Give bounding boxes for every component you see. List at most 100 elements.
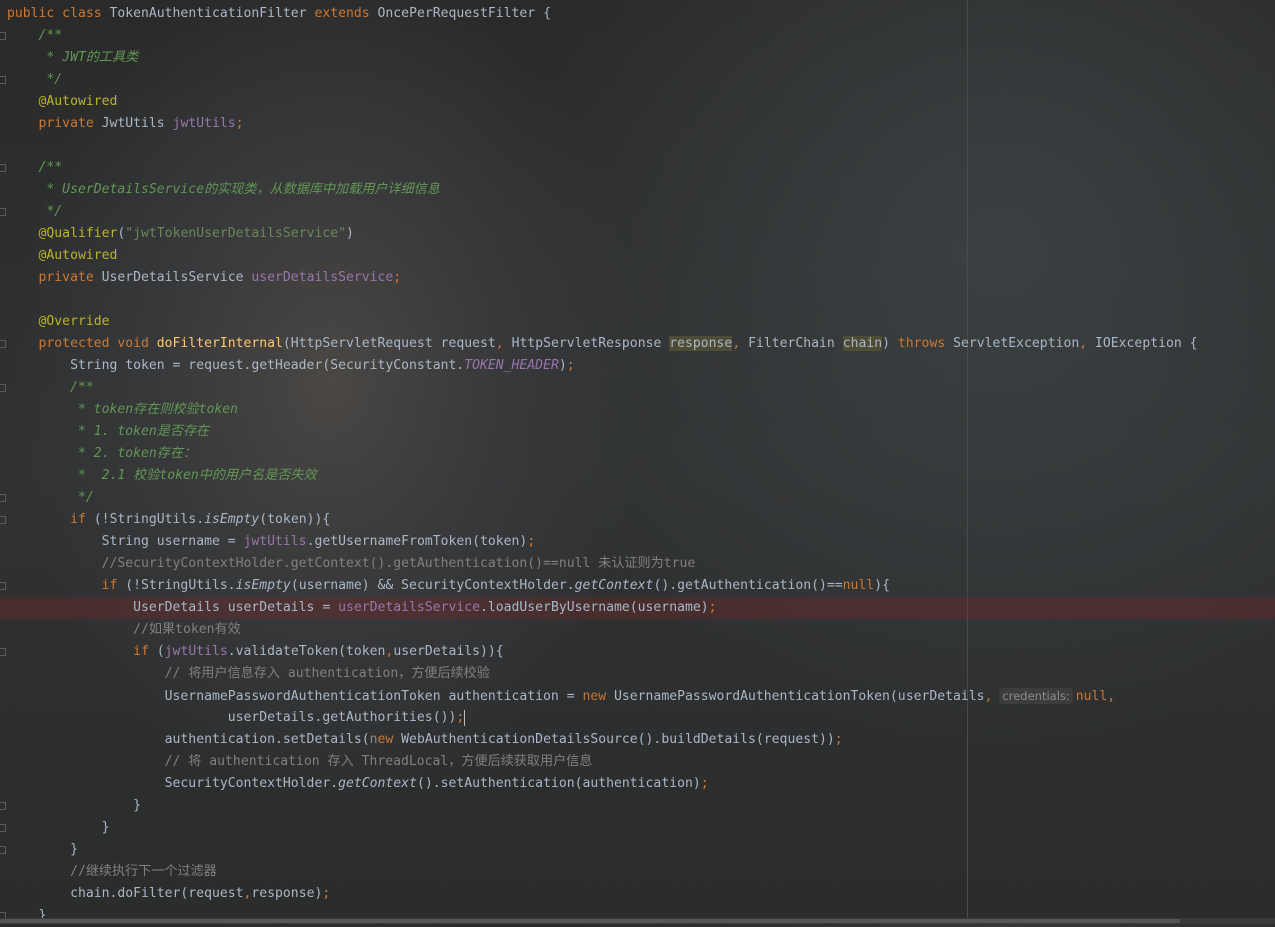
code-text: UserDetailsService	[101, 270, 252, 285]
doc-comment: /**	[7, 28, 63, 43]
keyword: new	[369, 732, 402, 747]
code-line[interactable]: */	[7, 201, 62, 223]
fold-marker-icon[interactable]	[0, 32, 6, 40]
code-line[interactable]: chain.doFilter(request,response);	[7, 883, 330, 905]
keyword: ;	[700, 776, 709, 791]
code-text: String token = request.getHeader(Securit…	[7, 358, 465, 373]
code-text: UserDetails userDetails =	[7, 600, 339, 615]
fold-marker-icon[interactable]	[0, 516, 6, 524]
code-line[interactable]: //继续执行下一个过滤器	[7, 861, 217, 883]
fold-marker-icon[interactable]	[0, 582, 6, 590]
code-text: IOException {	[1095, 336, 1198, 351]
code-line[interactable]: /**	[7, 157, 63, 179]
fold-marker-icon[interactable]	[0, 340, 6, 348]
keyword: ;	[322, 886, 331, 901]
code-line[interactable]: // 将用户信息存入 authentication，方便后续校验	[7, 663, 490, 685]
doc-comment: * 2.1 校验token中的用户名是否失效	[7, 468, 317, 483]
code-line[interactable]: UserDetails userDetails = userDetailsSer…	[7, 597, 716, 619]
code-line[interactable]: */	[7, 487, 94, 509]
code-text: (token)){	[259, 512, 331, 527]
code-line[interactable]: if (jwtUtils.validateToken(token,userDet…	[7, 641, 504, 663]
doc-comment: * JWT的工具类	[7, 50, 139, 65]
code-line[interactable]: String username = jwtUtils.getUsernameFr…	[7, 531, 536, 553]
code-line[interactable]: /**	[7, 25, 63, 47]
code-editor[interactable]: public class TokenAuthenticationFilter e…	[0, 0, 1275, 923]
fold-marker-icon[interactable]	[0, 648, 6, 656]
code-line[interactable]: protected void doFilterInternal(HttpServ…	[7, 333, 1198, 355]
code-line[interactable]: SecurityContextHolder.getContext().setAu…	[7, 773, 709, 795]
code-text: UsernamePasswordAuthenticationToken auth…	[7, 689, 583, 704]
code-line[interactable]: public class TokenAuthenticationFilter e…	[7, 3, 551, 25]
annotation: @Override	[7, 314, 110, 329]
code-line[interactable]: @Override	[7, 311, 110, 333]
code-text: userDetails.getAuthorities())	[7, 710, 457, 725]
code-text: .validateToken(token	[227, 644, 386, 659]
keyword: throws	[897, 336, 954, 351]
code-text: ServletException	[953, 336, 1080, 351]
field-ref: jwtUtils	[172, 116, 236, 131]
code-line[interactable]: //SecurityContextHolder.getContext().get…	[7, 553, 696, 575]
code-line[interactable]: private UserDetailsService userDetailsSe…	[7, 267, 402, 289]
fold-marker-icon[interactable]	[0, 384, 6, 392]
code-line[interactable]: if (!StringUtils.isEmpty(username) && Se…	[7, 575, 890, 597]
code-line[interactable]: private JwtUtils jwtUtils;	[7, 113, 244, 135]
code-line[interactable]: userDetails.getAuthorities());	[7, 707, 466, 729]
fold-marker-icon[interactable]	[0, 164, 6, 172]
horizontal-scrollbar-thumb[interactable]	[0, 919, 1180, 923]
code-line[interactable]: * token存在则校验token	[7, 399, 238, 421]
code-line[interactable]: @Autowired	[7, 245, 118, 267]
code-line[interactable]: authentication.setDetails(new WebAuthent…	[7, 729, 843, 751]
line-comment: //继续执行下一个过滤器	[7, 864, 217, 879]
code-text: )	[346, 226, 354, 241]
keyword: ;	[566, 358, 575, 373]
code-text: WebAuthenticationDetailsSource().buildDe…	[401, 732, 835, 747]
code-line[interactable]: UsernamePasswordAuthenticationToken auth…	[7, 685, 1115, 707]
code-line[interactable]: }	[7, 817, 110, 839]
text-cursor	[464, 709, 466, 726]
code-text: ().getAuthentication()==	[653, 578, 843, 593]
static-constant: TOKEN_HEADER	[464, 358, 559, 373]
keyword: if	[7, 644, 157, 659]
keyword: ;	[235, 116, 244, 131]
doc-comment: * UserDetailsService的实现类，从数据库中加载用户详细信息	[7, 182, 440, 197]
fold-marker-icon[interactable]	[0, 824, 6, 832]
fold-marker-icon[interactable]	[0, 494, 6, 502]
keyword: private	[7, 116, 102, 131]
code-line[interactable]: String token = request.getHeader(Securit…	[7, 355, 575, 377]
doc-comment: */	[7, 490, 94, 505]
fold-marker-icon[interactable]	[0, 76, 6, 84]
code-line[interactable]: /**	[7, 377, 94, 399]
keyword: ,	[1079, 336, 1096, 351]
code-line[interactable]: if (!StringUtils.isEmpty(token)){	[7, 509, 330, 531]
code-line[interactable]: * 2. token存在：	[7, 443, 196, 465]
code-line[interactable]: * 2.1 校验token中的用户名是否失效	[7, 465, 317, 487]
right-margin-guide	[967, 0, 968, 918]
code-text: OncePerRequestFilter {	[377, 6, 551, 21]
code-text: TokenAuthenticationFilter	[109, 6, 315, 21]
code-line[interactable]: @Autowired	[7, 91, 118, 113]
fold-marker-icon[interactable]	[0, 802, 6, 810]
field-ref: jwtUtils	[164, 644, 228, 659]
code-line[interactable]: * 1. token是否存在	[7, 421, 209, 443]
fold-marker-icon[interactable]	[0, 846, 6, 854]
doc-comment: /**	[7, 380, 94, 395]
fold-marker-icon[interactable]	[0, 208, 6, 216]
code-line[interactable]: @Qualifier("jwtTokenUserDetailsService")	[7, 223, 354, 245]
doc-comment: */	[7, 204, 63, 219]
line-comment: // 将用户信息存入 authentication，方便后续校验	[7, 666, 490, 681]
keyword: ,	[732, 336, 749, 351]
code-line[interactable]: */	[7, 69, 62, 91]
code-text: HttpServletResponse	[511, 336, 670, 351]
code-line[interactable]: }	[7, 795, 141, 817]
code-line[interactable]: * UserDetailsService的实现类，从数据库中加载用户详细信息	[7, 179, 440, 201]
code-text: (username) && SecurityContextHolder.	[290, 578, 575, 593]
code-text: }	[7, 842, 78, 857]
code-text: userDetails)){	[393, 644, 504, 659]
code-line[interactable]: // 将 authentication 存入 ThreadLocal，方便后续获…	[7, 751, 593, 773]
code-line[interactable]: * JWT的工具类	[7, 47, 138, 69]
doc-comment: /**	[7, 160, 63, 175]
code-text: authentication.setDetails(	[7, 732, 370, 747]
code-line[interactable]: }	[7, 839, 78, 861]
method-name: doFilterInternal	[156, 336, 283, 351]
code-line[interactable]: //如果token有效	[7, 619, 241, 641]
